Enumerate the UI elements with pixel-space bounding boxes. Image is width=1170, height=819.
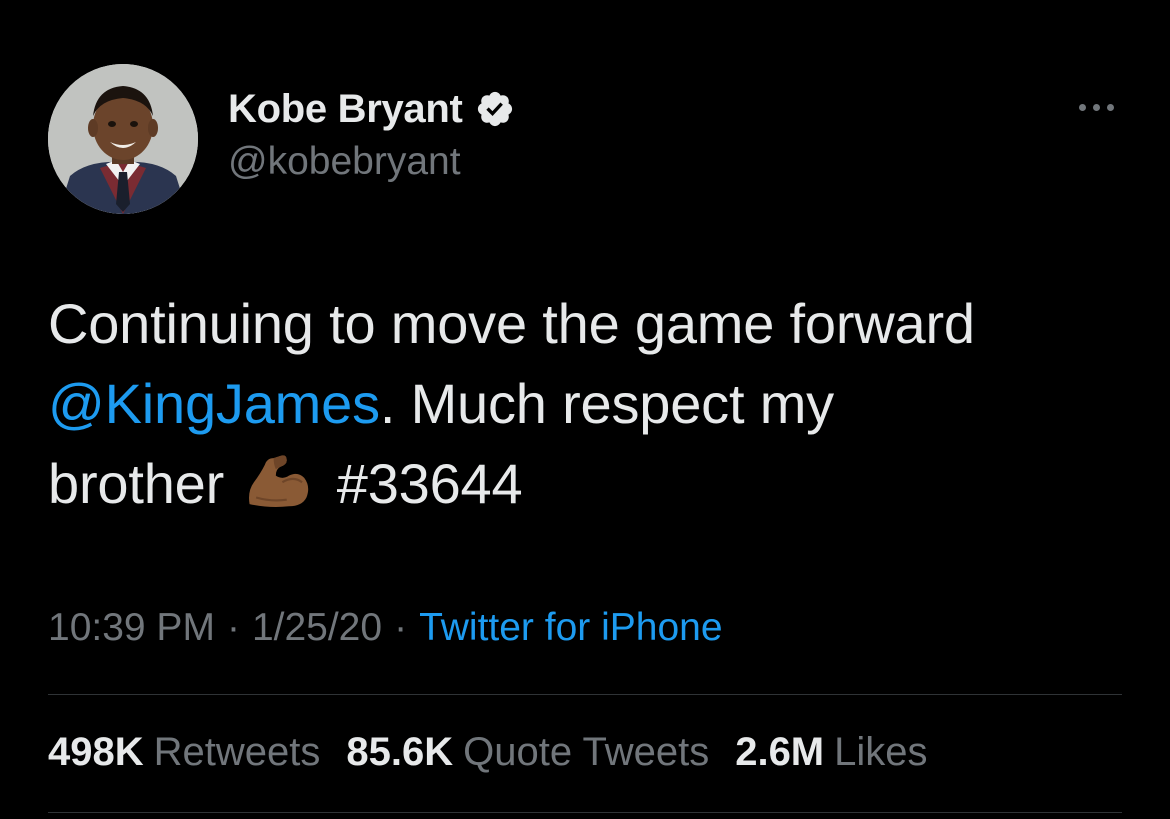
likes-label: Likes xyxy=(834,730,928,774)
tweet-date[interactable]: 1/25/20 xyxy=(252,606,382,649)
retweets-stat[interactable]: 498K Retweets xyxy=(48,730,320,775)
divider xyxy=(48,694,1122,695)
tweet-detail: Kobe Bryant @kobebryant Continuing to mo… xyxy=(0,0,1170,819)
likes-count: 2.6M xyxy=(735,730,825,774)
quote-tweets-stat[interactable]: 85.6K Quote Tweets xyxy=(346,730,709,775)
retweets-label: Retweets xyxy=(153,730,321,774)
hashtag[interactable]: #33644 xyxy=(337,452,523,515)
author-display-name[interactable]: Kobe Bryant xyxy=(228,87,463,132)
tweet-text-segment: brother xyxy=(48,452,225,515)
tweet-time[interactable]: 10:39 PM xyxy=(48,606,215,649)
flexed-biceps-emoji xyxy=(249,455,309,507)
tweet-text-line: brother #33644 xyxy=(48,444,1128,524)
tweet-source-link[interactable]: Twitter for iPhone xyxy=(419,606,722,649)
more-options-button[interactable] xyxy=(1068,92,1124,122)
avatar-photo xyxy=(48,64,198,214)
avatar[interactable] xyxy=(48,64,198,214)
quote-tweets-count: 85.6K xyxy=(346,730,454,774)
likes-stat[interactable]: 2.6M Likes xyxy=(735,730,927,775)
more-dot xyxy=(1092,103,1100,111)
engagement-stats: 498K Retweets 85.6K Quote Tweets 2.6M Likes xyxy=(48,730,928,775)
verified-badge-icon xyxy=(477,91,512,127)
divider xyxy=(48,812,1122,813)
tweet-text-line: Continuing to move the game forward xyxy=(48,292,975,355)
quote-tweets-label: Quote Tweets xyxy=(463,730,710,774)
tweet-text: Continuing to move the game forward @Kin… xyxy=(48,284,1128,524)
tweet-text-segment: . Much respect my xyxy=(379,372,834,435)
more-dot xyxy=(1106,103,1114,111)
meta-separator: · xyxy=(226,606,240,649)
tweet-metadata: 10:39 PM · 1/25/20 · Twitter for iPhone xyxy=(48,606,723,650)
more-dots-icon xyxy=(1078,103,1086,111)
author-handle[interactable]: @kobebryant xyxy=(228,140,461,184)
retweets-count: 498K xyxy=(48,730,144,774)
tweet-text-line: @KingJames. Much respect my xyxy=(48,364,1128,444)
author-name-row: Kobe Bryant xyxy=(228,84,515,134)
meta-separator: · xyxy=(394,606,408,649)
mention-link[interactable]: @KingJames xyxy=(48,372,380,435)
